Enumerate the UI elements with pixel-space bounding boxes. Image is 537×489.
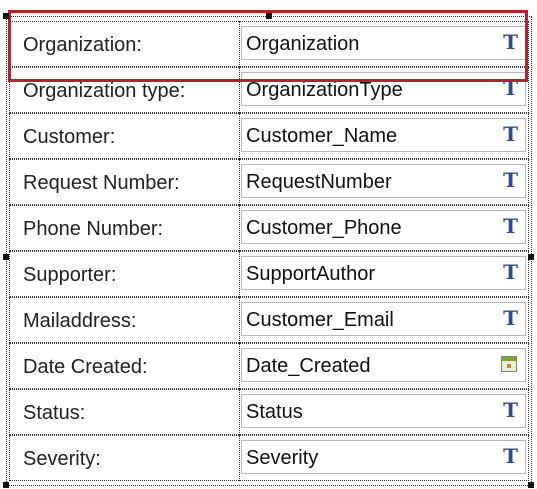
label-cell: Mailaddress: — [9, 297, 239, 343]
resize-handle-top-center[interactable] — [266, 13, 272, 19]
supporter-field[interactable]: SupportAuthor T — [241, 256, 526, 290]
label-cell: Organization: — [9, 21, 239, 67]
resize-handle-bottom-left[interactable] — [3, 482, 9, 488]
field-value: Status — [246, 401, 303, 423]
field-value: Severity — [246, 447, 319, 469]
label-cell: Supporter: — [9, 251, 239, 297]
field-label: Date Created: — [23, 356, 148, 378]
form-row-status: Status: Status T — [9, 389, 529, 435]
field-value: RequestNumber — [246, 171, 392, 193]
form-row-customer: Customer: Customer_Name T — [9, 113, 529, 159]
mailaddress-field[interactable]: Customer_Email T — [241, 302, 526, 336]
field-label: Customer: — [23, 126, 116, 148]
request-number-field[interactable]: RequestNumber T — [241, 164, 526, 198]
form-row-mailaddress: Mailaddress: Customer_Email T — [9, 297, 529, 343]
field-value: Customer_Phone — [246, 217, 402, 239]
field-label: Severity: — [23, 448, 101, 470]
text-field-icon: T — [503, 168, 518, 192]
form-row-supporter: Supporter: SupportAuthor T — [9, 251, 529, 297]
field-label: Status: — [23, 402, 86, 424]
form-layout-table: Organization: Organization T Organizatio… — [9, 21, 529, 481]
form-row-date-created: Date Created: Date_Created — [9, 343, 529, 389]
calendar-icon[interactable] — [501, 356, 517, 372]
field-value: Date_Created — [246, 355, 371, 377]
field-label: Supporter: — [23, 264, 117, 286]
label-cell: Organization type: — [9, 67, 239, 113]
label-cell: Status: — [9, 389, 239, 435]
text-field-icon: T — [503, 306, 518, 330]
date-created-field[interactable]: Date_Created — [241, 348, 526, 382]
field-label: Phone Number: — [23, 218, 164, 240]
organization-field[interactable]: Organization T — [241, 26, 526, 60]
field-label: Request Number: — [23, 172, 180, 194]
form-row-organization: Organization: Organization T — [9, 21, 529, 67]
label-cell: Phone Number: — [9, 205, 239, 251]
field-label: Organization type: — [23, 80, 186, 102]
status-field[interactable]: Status T — [241, 394, 526, 428]
phone-number-field[interactable]: Customer_Phone T — [241, 210, 526, 244]
resize-handle-middle-left[interactable] — [3, 254, 9, 260]
text-field-icon: T — [503, 122, 518, 146]
text-field-icon: T — [503, 260, 518, 284]
field-label: Mailaddress: — [23, 310, 137, 332]
form-row-request-number: Request Number: RequestNumber T — [9, 159, 529, 205]
field-value: Customer_Email — [246, 309, 394, 331]
text-field-icon: T — [503, 214, 518, 238]
field-label: Organization: — [23, 34, 142, 56]
form-row-organization-type: Organization type: OrganizationType T — [9, 67, 529, 113]
text-field-icon: T — [503, 398, 518, 422]
organization-type-field[interactable]: OrganizationType T — [241, 72, 526, 106]
field-value: SupportAuthor — [246, 263, 375, 285]
severity-field[interactable]: Severity T — [241, 440, 526, 474]
field-value: OrganizationType — [246, 79, 403, 101]
form-row-phone-number: Phone Number: Customer_Phone T — [9, 205, 529, 251]
customer-field[interactable]: Customer_Name T — [241, 118, 526, 152]
field-value: Organization — [246, 33, 360, 55]
field-value: Customer_Name — [246, 125, 398, 147]
resize-handle-bottom-right[interactable] — [528, 482, 534, 488]
resize-handle-top-left[interactable] — [3, 13, 9, 19]
label-cell: Date Created: — [9, 343, 239, 389]
resize-handle-middle-right[interactable] — [528, 254, 534, 260]
label-cell: Severity: — [9, 435, 239, 481]
text-field-icon: T — [503, 444, 518, 468]
label-cell: Request Number: — [9, 159, 239, 205]
form-row-severity: Severity: Severity T — [9, 435, 529, 481]
text-field-icon: T — [503, 30, 518, 54]
label-cell: Customer: — [9, 113, 239, 159]
text-field-icon: T — [503, 76, 518, 100]
